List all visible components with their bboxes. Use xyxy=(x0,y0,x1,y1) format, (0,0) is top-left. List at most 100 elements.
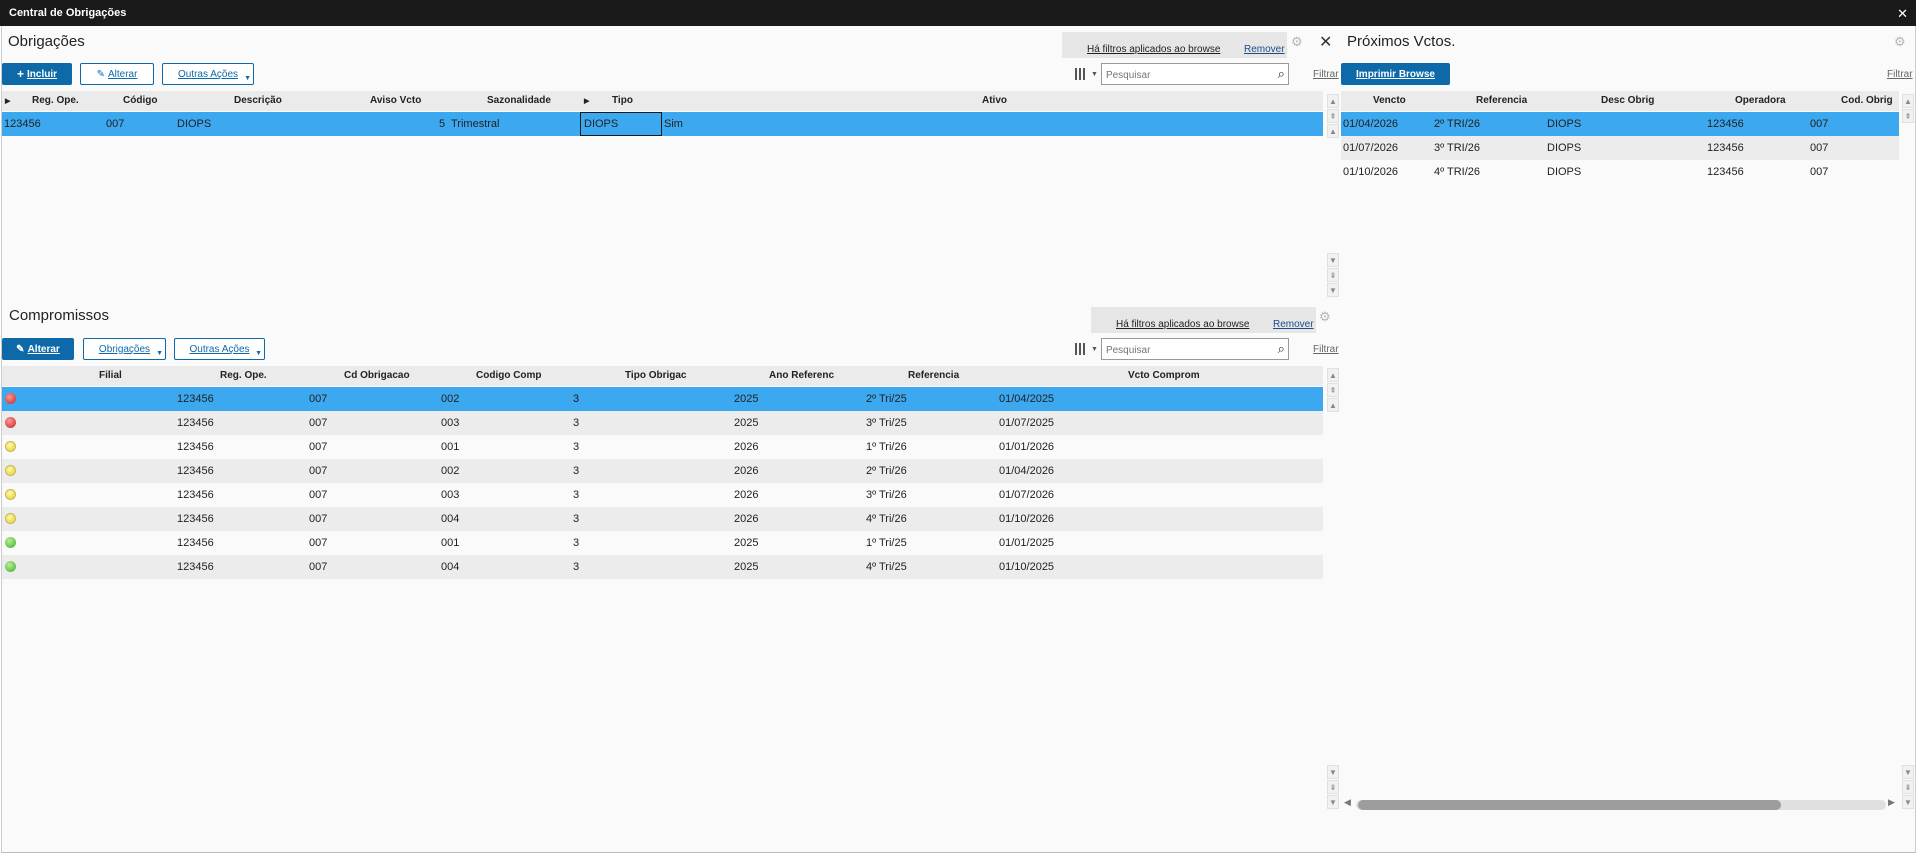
cell-operadora: 123456 xyxy=(1707,166,1744,178)
chevron-down-icon[interactable]: ▼ xyxy=(1091,346,1098,353)
scroll-left-button[interactable]: ◀ xyxy=(1344,797,1351,808)
search-input[interactable] xyxy=(1103,65,1264,85)
filter-notice-link[interactable]: Há filtros aplicados ao browse xyxy=(1087,44,1220,55)
columns-icon[interactable] xyxy=(1075,68,1089,80)
expand-icon[interactable]: ▶ xyxy=(5,97,10,105)
cell-referencia: 1º Tri/26 xyxy=(866,441,907,453)
cell-vcto-comprom: 01/10/2026 xyxy=(999,513,1055,525)
scroll-top-button[interactable]: ⇞ xyxy=(1327,383,1339,397)
scroll-bottom-button[interactable]: ▼ xyxy=(1327,795,1339,809)
table-row[interactable]: 123456 007 002 3 2026 2º Tri/26 01/04/2026 xyxy=(2,459,1323,483)
table-row[interactable]: 123456 007 DIOPS 5 Trimestral DIOPS Sim xyxy=(2,112,1323,136)
col-referencia[interactable]: Referencia xyxy=(908,370,959,381)
search-icon[interactable]: ⌕ xyxy=(1278,66,1285,82)
cell-reg-ope: 123456 xyxy=(177,513,214,525)
close-icon[interactable]: ✕ xyxy=(1319,32,1332,52)
window-titlebar: Central de Obrigações ✕ xyxy=(0,0,1916,26)
filtrar-link[interactable]: Filtrar xyxy=(1887,69,1913,80)
cell-referencia: 3º TRI/26 xyxy=(1434,142,1481,154)
scroll-up-button[interactable]: ▲ xyxy=(1327,94,1339,108)
filter-notice-link[interactable]: Há filtros aplicados ao browse xyxy=(1116,319,1249,330)
scroll-page-up-button[interactable]: ▲ xyxy=(1327,398,1339,412)
scroll-up-button[interactable]: ▲ xyxy=(1902,94,1914,108)
table-row[interactable]: 123456 007 004 3 2026 4º Tri/26 01/10/2026 xyxy=(2,507,1323,531)
scroll-bottom-button[interactable]: ▼ xyxy=(1327,283,1339,297)
table-row[interactable]: 123456 007 004 3 2025 4º Tri/25 01/10/2025 xyxy=(2,555,1323,579)
outras-acoes-button[interactable]: Outras Ações ▼ xyxy=(162,63,254,85)
col-codigo[interactable]: Código xyxy=(123,95,157,106)
col-desc-obrig[interactable]: Desc Obrig xyxy=(1601,95,1654,106)
table-row[interactable]: 123456 007 003 3 2026 3º Tri/26 01/07/2026 xyxy=(2,483,1323,507)
scroll-down-button[interactable]: ▼ xyxy=(1902,765,1914,779)
col-reg-ope[interactable]: Reg. Ope. xyxy=(32,95,79,106)
gear-icon[interactable]: ⚙ xyxy=(1894,34,1906,50)
remove-filter-link[interactable]: Remover xyxy=(1273,319,1314,330)
chevron-down-icon[interactable]: ▼ xyxy=(1091,71,1098,78)
search-icon[interactable]: ⌕ xyxy=(1278,341,1285,357)
chevron-down-icon: ▼ xyxy=(156,350,163,357)
scroll-bottom-button[interactable]: ▼ xyxy=(1902,795,1914,809)
table-row[interactable]: 123456 007 003 3 2025 3º Tri/25 01/07/2025 xyxy=(2,411,1323,435)
table-row[interactable]: 123456 007 001 3 2025 1º Tri/25 01/01/2025 xyxy=(2,531,1323,555)
imprimir-browse-button[interactable]: Imprimir Browse xyxy=(1341,63,1450,85)
col-operadora[interactable]: Operadora xyxy=(1735,95,1786,106)
col-reg-ope[interactable]: Reg. Ope. xyxy=(220,370,267,381)
table-row[interactable]: 123456 007 001 3 2026 1º Tri/26 01/01/2026 xyxy=(2,435,1323,459)
scroll-right-button[interactable]: ▶ xyxy=(1888,797,1895,808)
table-row[interactable]: 01/07/2026 3º TRI/26 DIOPS 123456 007 xyxy=(1341,136,1899,160)
cell-tipo-obrigac: 3 xyxy=(573,537,580,549)
scroll-page-down-button[interactable]: ⇟ xyxy=(1902,780,1914,794)
col-cod-obrig[interactable]: Cod. Obrig xyxy=(1841,95,1893,106)
window-close-icon[interactable]: ✕ xyxy=(1897,6,1908,22)
cell-ano-referenc: 2026 xyxy=(734,513,759,525)
filtrar-link[interactable]: Filtrar xyxy=(1313,69,1339,80)
obrigacoes-button[interactable]: Obrigações ▼ xyxy=(83,338,166,360)
col-descricao[interactable]: Descrição xyxy=(234,95,282,106)
cell-vcto-comprom: 01/04/2026 xyxy=(999,465,1055,477)
scroll-page-down-button[interactable]: ⇟ xyxy=(1327,268,1339,282)
col-ativo[interactable]: Ativo xyxy=(982,95,1007,106)
table-row[interactable]: 01/04/2026 2º TRI/26 DIOPS 123456 007 xyxy=(1341,112,1899,136)
col-vencto[interactable]: Vencto xyxy=(1373,95,1406,106)
alterar-compromisso-button[interactable]: ✎ Alterar xyxy=(2,338,74,360)
status-green-icon xyxy=(5,537,16,548)
scroll-down-button[interactable]: ▼ xyxy=(1327,765,1339,779)
gear-icon[interactable]: ⚙ xyxy=(1319,309,1331,325)
table-row[interactable]: 123456 007 002 3 2025 2º Tri/25 01/04/2025 xyxy=(2,387,1323,411)
col-cd-obrigacao[interactable]: Cd Obrigacao xyxy=(344,370,410,381)
obrigacoes-title: Obrigações xyxy=(8,33,85,50)
col-referencia[interactable]: Referencia xyxy=(1476,95,1527,106)
cell-ano-referenc: 2026 xyxy=(734,489,759,501)
alterar-button[interactable]: ✎ Alterar xyxy=(80,63,154,85)
incluir-button[interactable]: + Incluir xyxy=(2,63,72,85)
col-codigo-comp[interactable]: Codigo Comp xyxy=(476,370,542,381)
pencil-icon: ✎ xyxy=(16,343,25,355)
cell-tipo-obrigac: 3 xyxy=(573,417,580,429)
search-input[interactable] xyxy=(1103,340,1264,360)
table-row[interactable]: 01/10/2026 4º TRI/26 DIOPS 123456 007 xyxy=(1341,160,1899,184)
remove-filter-link[interactable]: Remover xyxy=(1244,44,1285,55)
col-aviso-vcto[interactable]: Aviso Vcto xyxy=(370,95,421,106)
col-ano-referenc[interactable]: Ano Referenc xyxy=(769,370,834,381)
scroll-page-down-button[interactable]: ⇟ xyxy=(1327,780,1339,794)
scroll-page-up-button[interactable]: ▲ xyxy=(1327,124,1339,138)
cell-referencia: 3º Tri/25 xyxy=(866,417,907,429)
scroll-top-button[interactable]: ⇞ xyxy=(1327,109,1339,123)
col-tipo[interactable]: Tipo xyxy=(612,95,633,106)
scroll-top-button[interactable]: ⇞ xyxy=(1902,109,1914,123)
gear-icon[interactable]: ⚙ xyxy=(1291,34,1303,50)
outras-acoes-compromisso-button[interactable]: Outras Ações ▼ xyxy=(174,338,265,360)
scroll-up-button[interactable]: ▲ xyxy=(1327,368,1339,382)
cell-referencia: 3º Tri/26 xyxy=(866,489,907,501)
filtrar-link[interactable]: Filtrar xyxy=(1313,344,1339,355)
col-filial[interactable]: Filial xyxy=(99,370,122,381)
col-vcto-comprom[interactable]: Vcto Comprom xyxy=(1128,370,1200,381)
col-sazonalidade[interactable]: Sazonalidade xyxy=(487,95,551,106)
expand-icon[interactable]: ▶ xyxy=(584,97,589,105)
scroll-down-button[interactable]: ▼ xyxy=(1327,253,1339,267)
cell-referencia: 2º Tri/25 xyxy=(866,393,907,405)
col-tipo-obrigac[interactable]: Tipo Obrigac xyxy=(625,370,687,381)
status-yellow-icon xyxy=(5,513,16,524)
horizontal-scroll-thumb[interactable] xyxy=(1358,800,1781,810)
columns-icon[interactable] xyxy=(1075,343,1089,355)
